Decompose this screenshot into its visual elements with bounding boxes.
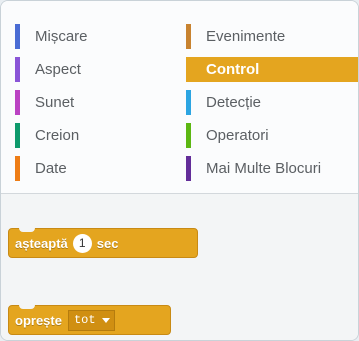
chevron-down-icon — [101, 317, 110, 323]
category-label: Sunet — [35, 94, 75, 111]
stop-option-dropdown[interactable]: tot — [67, 309, 115, 331]
category-color-swatch — [15, 57, 20, 82]
category-label: Evenimente — [206, 28, 286, 45]
category-operators[interactable]: Operatori — [186, 123, 358, 148]
category-label: Mai Multe Blocuri — [206, 160, 322, 177]
category-more-blocks[interactable]: Mai Multe Blocuri — [186, 156, 358, 181]
category-color-swatch — [186, 123, 191, 148]
category-label: Creion — [35, 127, 80, 144]
category-color-swatch — [186, 24, 191, 49]
category-looks[interactable]: Aspect — [15, 57, 175, 82]
wait-unit-label: sec — [96, 235, 119, 251]
blocks-area: așteaptă 1 sec oprește tot — [1, 194, 358, 340]
category-color-swatch — [15, 24, 20, 49]
stop-block-label: oprește — [15, 312, 62, 328]
category-color-swatch — [15, 123, 20, 148]
wait-seconds-input[interactable]: 1 — [72, 233, 92, 253]
category-data[interactable]: Date — [15, 156, 175, 181]
category-color-swatch — [186, 156, 191, 181]
category-label: Operatori — [206, 127, 269, 144]
category-color-swatch — [15, 90, 20, 115]
wait-block-label: așteaptă — [15, 235, 68, 251]
category-label: Control — [206, 61, 260, 78]
block-palette: Mișcare Aspect Sunet Creion Date Evenime… — [0, 0, 359, 341]
category-label: Date — [35, 160, 67, 177]
category-color-swatch — [186, 90, 191, 115]
category-label: Detecție — [206, 94, 262, 111]
category-pen[interactable]: Creion — [15, 123, 175, 148]
category-control[interactable]: Control — [186, 57, 358, 82]
stop-block[interactable]: oprește tot — [8, 305, 171, 335]
category-events[interactable]: Evenimente — [186, 24, 358, 49]
category-list: Mișcare Aspect Sunet Creion Date Evenime… — [1, 1, 358, 194]
category-motion[interactable]: Mișcare — [15, 24, 175, 49]
wait-block[interactable]: așteaptă 1 sec — [8, 228, 198, 258]
category-color-swatch — [15, 156, 20, 181]
category-sensing[interactable]: Detecție — [186, 90, 358, 115]
stop-option-value: tot — [73, 313, 96, 327]
category-label: Mișcare — [35, 28, 88, 45]
category-sound[interactable]: Sunet — [15, 90, 175, 115]
category-label: Aspect — [35, 61, 81, 78]
